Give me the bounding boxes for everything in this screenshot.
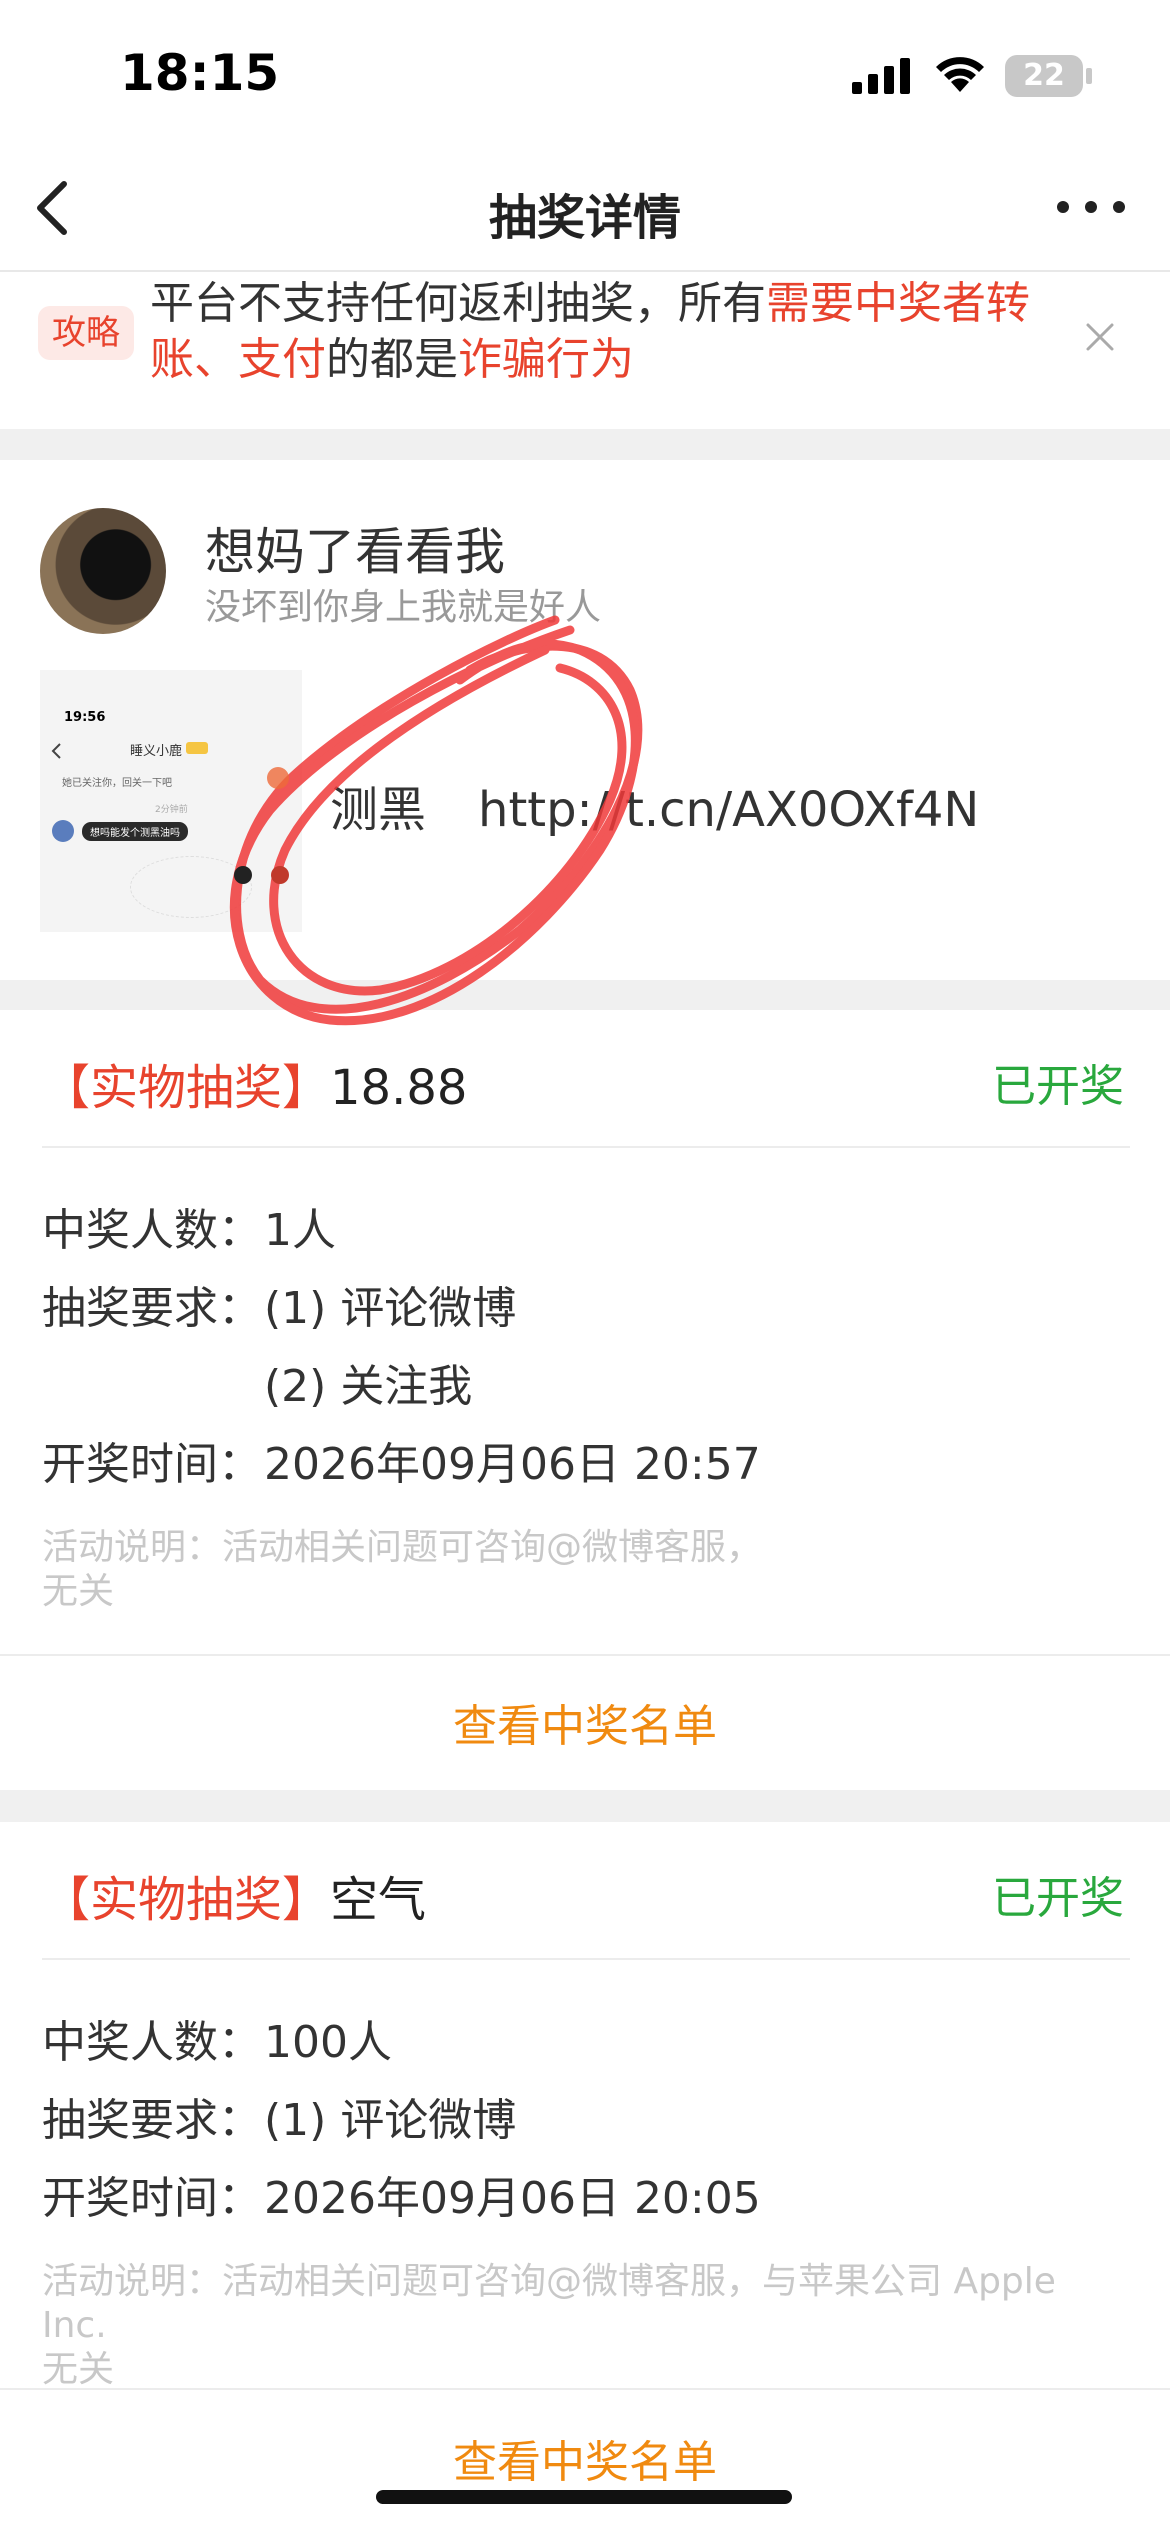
draw-time-row: 开奖时间：2026年09月06日 20:57 — [42, 1428, 761, 1492]
thumb-bubble: 想吗能发个测黑油吗 — [82, 822, 188, 841]
activity-note-line1: 活动说明：活动相关问题可咨询@微博客服，与苹果公司 Apple Inc. — [42, 2261, 1056, 2346]
lottery-tag: 【实物抽奖】 — [42, 1060, 331, 1116]
winners-row: 中奖人数：1人 — [42, 1194, 336, 1258]
warning-text: 平台不支持任何返利抽奖，所有需要中奖者转账、支付的都是诈骗行为 — [150, 276, 1070, 388]
activity-note-line1: 活动说明：活动相关问题可咨询@微博客服， — [42, 1527, 763, 1568]
divider — [42, 1958, 1130, 1960]
status-bar: 18:15 22 — [0, 0, 1170, 140]
lottery-prize: 18.88 — [330, 1060, 468, 1116]
thumb-avatar — [52, 820, 74, 842]
requirement-item: (1) 评论微博 — [264, 2095, 517, 2146]
draw-time-label: 开奖时间： — [42, 1439, 262, 1490]
activity-note: 活动说明：活动相关问题可咨询@微博客服， 无关 — [42, 1526, 1122, 1614]
lottery-title: 【实物抽奖】空气 — [42, 1860, 426, 1930]
warning-text-1: 平台不支持任何返利抽奖，所有 — [150, 278, 766, 329]
draw-time-value: 2026年09月06日 20:05 — [264, 2173, 761, 2224]
post-author-name[interactable]: 想妈了看看我 — [205, 512, 505, 584]
requirement-item: (1) 评论微博 — [264, 1283, 517, 1334]
page-title: 抽奖详情 — [488, 190, 681, 246]
post-author-subtitle: 没坏到你身上我就是好人 — [205, 587, 602, 628]
requirement-label: 抽奖要求： — [42, 2095, 262, 2146]
post-link-url[interactable]: http://t.cn/AX0OXf4N — [478, 782, 979, 838]
divider — [0, 1654, 1170, 1656]
requirement-label: 抽奖要求： — [42, 1283, 262, 1334]
post-link-line[interactable]: 测黑 http://t.cn/AX0OXf4N — [330, 770, 979, 840]
post-thumbnail[interactable]: 19:56 睡义小鹿 她已关注你，回关一下吧 2分钟前 想吗能发个测黑油吗 — [40, 670, 302, 932]
draw-time-row: 开奖时间：2026年09月06日 20:05 — [42, 2162, 761, 2226]
home-indicator — [376, 2490, 792, 2504]
chevron-left-icon — [51, 743, 61, 759]
requirement-row: 抽奖要求：(1) 评论微博 — [42, 2084, 516, 2148]
lottery-tag: 【实物抽奖】 — [42, 1872, 331, 1928]
avatar[interactable] — [40, 508, 166, 634]
draw-time-label: 开奖时间： — [42, 2173, 262, 2224]
requirement-row: (2) 关注我 — [42, 1350, 472, 1414]
lottery-prize: 空气 — [330, 1872, 427, 1928]
divider — [42, 1146, 1130, 1148]
view-winners-link[interactable]: 查看中奖名单 — [0, 1690, 1170, 1754]
winners-row: 中奖人数：100人 — [42, 2006, 392, 2070]
wifi-icon — [936, 57, 984, 92]
winners-value: 1人 — [264, 1205, 336, 1256]
thumb-time: 19:56 — [64, 710, 106, 725]
winners-label: 中奖人数： — [42, 1205, 262, 1256]
lottery-status: 已开奖 — [992, 1873, 1124, 1924]
activity-note: 活动说明：活动相关问题可咨询@微博客服，与苹果公司 Apple Inc. 无关 — [42, 2260, 1122, 2392]
signal-icon — [852, 58, 910, 94]
post-card[interactable]: 想妈了看看我 没坏到你身上我就是好人 19:56 睡义小鹿 她已关注你，回关一下… — [0, 460, 1170, 980]
thumb-title: 睡义小鹿 — [130, 744, 183, 759]
warning-text-red-2: 诈骗行为 — [458, 334, 634, 385]
post-link-text: 测黑 — [330, 782, 427, 838]
view-winners-link[interactable]: 查看中奖名单 — [0, 2426, 1170, 2490]
winners-value: 100人 — [264, 2017, 392, 2068]
lottery-card: 【实物抽奖】18.88 已开奖 中奖人数：1人 抽奖要求：(1) 评论微博 (2… — [0, 1010, 1170, 1790]
more-dots-icon[interactable] — [1056, 200, 1126, 214]
lottery-card: 【实物抽奖】空气 已开奖 中奖人数：100人 抽奖要求：(1) 评论微博 开奖时… — [0, 1822, 1170, 2532]
requirement-item: (2) 关注我 — [264, 1361, 473, 1412]
thumb-badge — [186, 742, 208, 754]
battery-icon: 22 — [1005, 55, 1083, 97]
battery-tip — [1086, 68, 1092, 84]
divider — [0, 2388, 1170, 2390]
requirement-row: 抽奖要求：(1) 评论微博 — [42, 1272, 516, 1336]
status-time: 18:15 — [120, 44, 280, 102]
thumb-meta: 2分钟前 — [155, 805, 188, 815]
thumb-line1: 她已关注你，回关一下吧 — [62, 778, 172, 789]
winners-label: 中奖人数： — [42, 2017, 262, 2068]
lottery-title: 【实物抽奖】18.88 — [42, 1048, 467, 1118]
battery-level: 22 — [1023, 58, 1065, 93]
activity-note-line2: 无关 — [42, 2349, 115, 2390]
draw-time-value: 2026年09月06日 20:57 — [264, 1439, 761, 1490]
thumb-pattern — [130, 856, 252, 918]
warning-badge: 攻略 — [38, 306, 134, 360]
warning-text-2: 的都是 — [326, 334, 458, 385]
nav-bar: 抽奖详情 — [0, 140, 1170, 272]
close-icon[interactable] — [1085, 322, 1115, 352]
activity-note-line2: 无关 — [42, 1571, 115, 1612]
warning-banner: 攻略 平台不支持任何返利抽奖，所有需要中奖者转账、支付的都是诈骗行为 — [0, 272, 1170, 429]
lottery-status: 已开奖 — [992, 1061, 1124, 1112]
